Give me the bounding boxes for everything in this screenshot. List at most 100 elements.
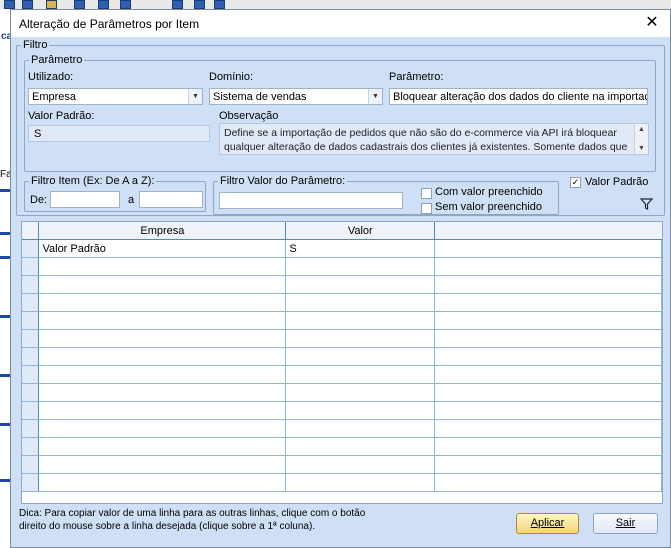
cell-valor[interactable] [285, 257, 436, 276]
toolbar-icon[interactable] [98, 0, 109, 9]
toolbar-icon[interactable] [46, 0, 57, 9]
dialog-title: Alteração de Parâmetros por Item [19, 17, 200, 31]
row-selector[interactable] [22, 383, 40, 402]
scroll-down-icon[interactable]: ▼ [635, 145, 648, 152]
table-row-empty[interactable] [22, 401, 662, 420]
table-row-empty[interactable] [22, 437, 662, 456]
cell-empresa[interactable]: Valor Padrão [38, 239, 287, 258]
row-selector[interactable] [22, 239, 40, 258]
row-selector[interactable] [22, 365, 40, 384]
chevron-down-icon[interactable]: ▼ [188, 89, 202, 104]
dominio-select[interactable]: Sistema de vendas ▼ [209, 88, 383, 105]
toolbar-icon[interactable] [120, 0, 131, 9]
utilizado-select[interactable]: Empresa ▼ [28, 88, 203, 105]
scroll-up-icon[interactable]: ▲ [635, 126, 648, 133]
com-valor-checkbox[interactable] [421, 188, 432, 199]
table-row-empty[interactable] [22, 329, 662, 348]
cell-valor[interactable] [285, 473, 436, 492]
toolbar-icon[interactable] [214, 0, 225, 9]
cell-empty [434, 419, 662, 438]
row-selector[interactable] [22, 419, 40, 438]
cell-valor[interactable] [285, 311, 436, 330]
parameter-grid: Empresa Valor Valor Padrão S [21, 221, 663, 504]
row-selector[interactable] [22, 311, 40, 330]
cell-empty [434, 311, 662, 330]
filtro-group: Filtro Parâmetro Utilizado: Empresa ▼ Do… [16, 39, 665, 216]
utilizado-value: Empresa [32, 91, 77, 103]
table-row-empty[interactable] [22, 293, 662, 312]
a-input[interactable] [139, 191, 203, 208]
row-selector[interactable] [22, 347, 40, 366]
toolbar-icon[interactable] [4, 0, 15, 9]
filtro-valor-legend: Filtro Valor do Parâmetro: [218, 175, 348, 188]
table-row-empty[interactable] [22, 275, 662, 294]
toolbar-icon[interactable] [172, 0, 183, 9]
cell-valor[interactable] [285, 329, 436, 348]
row-selector[interactable] [22, 437, 40, 456]
row-selector[interactable] [22, 455, 40, 474]
de-label: De: [30, 194, 48, 206]
scrollbar[interactable]: ▲ ▼ [634, 124, 648, 154]
cell-valor[interactable] [285, 437, 436, 456]
observacao-text[interactable]: Define se a importação de pedidos que nã… [219, 123, 649, 155]
chevron-down-icon[interactable]: ▼ [368, 89, 382, 104]
sair-button[interactable]: Sair [593, 513, 658, 534]
cell-empty [434, 437, 662, 456]
row-selector[interactable] [22, 401, 40, 420]
cell-empresa[interactable] [38, 293, 287, 312]
cell-valor[interactable] [285, 419, 436, 438]
row-selector[interactable] [22, 257, 40, 276]
parametro-field[interactable]: Bloquear alteração dos dados do cliente … [389, 88, 648, 105]
table-row-empty[interactable] [22, 455, 662, 474]
cell-valor[interactable]: S [285, 239, 436, 258]
table-row-empty[interactable] [22, 473, 662, 492]
sem-valor-checkbox[interactable] [421, 203, 432, 214]
table-row-empty[interactable] [22, 257, 662, 276]
table-row-empty[interactable] [22, 311, 662, 330]
cell-valor[interactable] [285, 275, 436, 294]
row-selector[interactable] [22, 329, 40, 348]
aplicar-button[interactable]: Aplicar [516, 513, 579, 534]
filtro-valor-input[interactable] [219, 192, 403, 209]
cell-empresa[interactable] [38, 437, 287, 456]
cell-empresa[interactable] [38, 257, 287, 276]
background-bar [0, 423, 10, 426]
table-row-empty[interactable] [22, 347, 662, 366]
cell-empresa[interactable] [38, 347, 287, 366]
row-selector[interactable] [22, 473, 40, 492]
cell-empresa[interactable] [38, 401, 287, 420]
de-input[interactable] [50, 191, 120, 208]
cell-empresa[interactable] [38, 329, 287, 348]
cell-empresa[interactable] [38, 311, 287, 330]
column-header-valor[interactable]: Valor [285, 222, 436, 240]
background-bar [0, 232, 10, 235]
cell-valor[interactable] [285, 455, 436, 474]
toolbar-icon[interactable] [194, 0, 205, 9]
cell-valor[interactable] [285, 347, 436, 366]
filtro-item-legend: Filtro Item (Ex: De A a Z): [29, 175, 157, 188]
valor-padrao-value: S [34, 128, 42, 140]
valor-padrao-checkbox[interactable]: ✓ [570, 177, 581, 188]
table-row[interactable]: Valor Padrão S [22, 239, 662, 258]
cell-empresa[interactable] [38, 365, 287, 384]
cell-valor[interactable] [285, 365, 436, 384]
row-selector[interactable] [22, 293, 40, 312]
dominio-value: Sistema de vendas [213, 91, 307, 103]
table-row-empty[interactable] [22, 419, 662, 438]
cell-valor[interactable] [285, 383, 436, 402]
toolbar-icon[interactable] [74, 0, 85, 9]
toolbar-icon[interactable] [22, 0, 33, 9]
table-row-empty[interactable] [22, 365, 662, 384]
cell-empresa[interactable] [38, 473, 287, 492]
cell-empresa[interactable] [38, 455, 287, 474]
cell-valor[interactable] [285, 401, 436, 420]
table-row-empty[interactable] [22, 383, 662, 402]
cell-empresa[interactable] [38, 275, 287, 294]
cell-empresa[interactable] [38, 419, 287, 438]
column-header-empresa[interactable]: Empresa [38, 222, 287, 240]
filter-icon[interactable] [640, 198, 653, 210]
close-icon[interactable]: ✕ [642, 13, 662, 33]
cell-valor[interactable] [285, 293, 436, 312]
cell-empresa[interactable] [38, 383, 287, 402]
row-selector[interactable] [22, 275, 40, 294]
